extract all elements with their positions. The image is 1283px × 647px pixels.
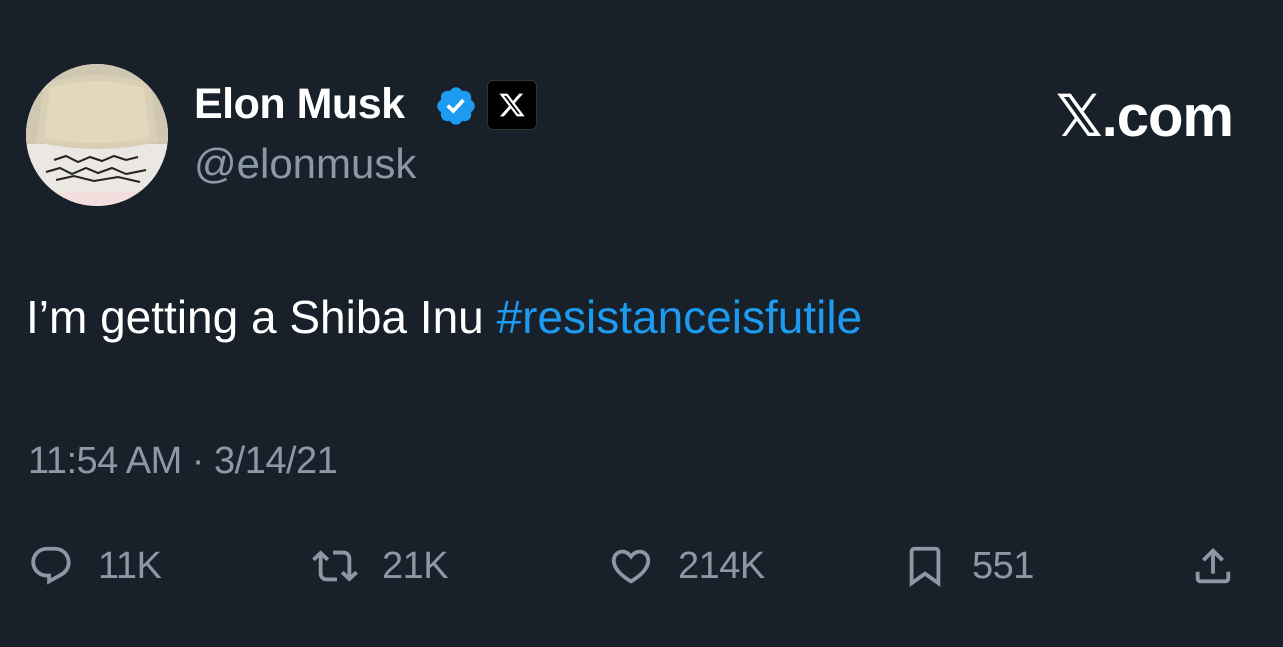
like-count: 214K [678,544,765,587]
tweet-card: Elon Musk @elonmusk 𝕏.com I’m getting a … [0,0,1283,647]
x-logo-glyph [499,93,525,117]
author-name[interactable]: Elon Musk [194,80,405,129]
share-icon [1195,547,1231,584]
tweet-timestamp[interactable]: 11:54 AM · 3/14/21 [28,440,338,483]
bookmark-icon [909,546,941,587]
bookmark-button[interactable]: 551 [902,536,1034,596]
retweet-count: 21K [382,544,449,587]
avatar[interactable] [26,64,168,206]
x-logo-icon[interactable] [487,80,537,130]
author-handle[interactable]: @elonmusk [194,140,416,188]
reply-icon [31,546,71,585]
bookmark-count: 551 [972,544,1034,587]
share-button[interactable] [1190,536,1236,596]
heart-icon [611,549,651,584]
tweet-text: I’m getting a Shiba Inu #resistanceisfut… [26,290,862,344]
retweet-icon [312,550,358,582]
avatar-image [26,64,168,206]
reply-count: 11K [98,544,162,587]
like-button[interactable]: 214K [608,536,765,596]
retweet-button[interactable]: 21K [312,536,449,596]
brand-wordmark: 𝕏.com [1055,84,1234,149]
reply-button[interactable]: 11K [28,536,162,596]
tweet-body: I’m getting a Shiba Inu [26,291,497,343]
hashtag-link[interactable]: #resistanceisfutile [497,291,863,343]
verified-badge-icon [437,87,475,125]
